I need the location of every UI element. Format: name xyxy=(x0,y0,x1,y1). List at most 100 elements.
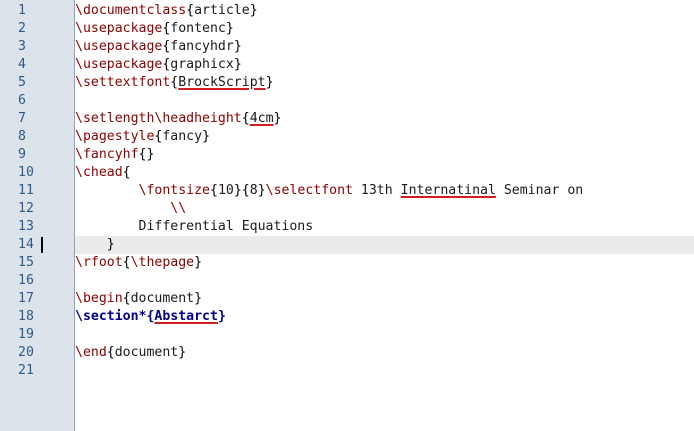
code-line[interactable]: \usepackage{graphicx} xyxy=(75,56,694,74)
code-line[interactable]: \pagestyle{fancy} xyxy=(75,128,694,146)
line-number: 16 xyxy=(18,273,34,288)
code-token: \settextfont xyxy=(75,75,171,90)
misspelled-token: Internatinal xyxy=(400,183,496,198)
code-token: \thepage xyxy=(130,255,195,270)
code-token: { xyxy=(122,165,131,180)
code-token: 13th xyxy=(352,183,401,198)
text-cursor xyxy=(41,237,43,253)
code-token: document xyxy=(114,345,179,360)
code-line[interactable]: \fontsize{10}{8}\selectfont 13th Interna… xyxy=(75,182,694,200)
code-token: \usepackage xyxy=(75,57,163,72)
code-line[interactable]: \begin{document} xyxy=(75,290,694,308)
code-token: } xyxy=(233,57,242,72)
code-token: \\ xyxy=(170,201,187,216)
code-line[interactable]: \usepackage{fontenc} xyxy=(75,20,694,38)
code-token: } xyxy=(178,345,187,360)
line-number: 3 xyxy=(18,39,26,54)
code-line[interactable] xyxy=(75,272,694,290)
code-token: \selectfont xyxy=(265,183,353,198)
misspelled-token: 4cm xyxy=(249,111,274,126)
code-token: \chead xyxy=(75,165,123,180)
code-token: \end xyxy=(75,345,107,360)
code-line[interactable]: Differential Equations xyxy=(75,218,694,236)
code-token: { xyxy=(241,111,250,126)
code-token: } xyxy=(202,129,211,144)
code-token: \headheight xyxy=(154,111,242,126)
code-line[interactable] xyxy=(75,326,694,344)
line-number: 14 xyxy=(18,237,34,252)
line-number: 9 xyxy=(18,147,26,162)
code-token: 10 xyxy=(217,183,234,198)
code-area[interactable]: \documentclass{article} \usepackage{fonte… xyxy=(75,0,694,431)
misspelled-token: Abstarct xyxy=(154,309,218,324)
code-token: 8 xyxy=(249,183,258,198)
code-token: graphicx xyxy=(170,57,234,72)
line-number: 18 xyxy=(18,309,34,324)
code-token: fontenc xyxy=(170,21,226,36)
line-number: 15 xyxy=(18,255,34,270)
code-token: fancyhdr xyxy=(170,39,234,54)
code-token: } xyxy=(257,183,266,198)
code-line[interactable]: \settextfont{BrockScript} xyxy=(75,74,694,92)
code-token: fancy xyxy=(162,129,203,144)
line-number: 17 xyxy=(18,291,34,306)
code-token: } xyxy=(194,291,203,306)
code-line[interactable]: \fancyhf{} xyxy=(75,146,694,164)
misspelled-token: BrockScript xyxy=(178,75,266,90)
code-line[interactable]: \usepackage{fancyhdr} xyxy=(75,38,694,56)
line-number: 7 xyxy=(18,111,26,126)
code-token: } xyxy=(106,237,115,252)
code-line[interactable]: \section*{Abstarct} xyxy=(75,308,694,326)
code-token: Seminar on xyxy=(495,183,584,198)
line-number: 4 xyxy=(18,57,26,72)
code-token: } xyxy=(249,3,258,18)
code-line[interactable]: \setlength\headheight{4cm} xyxy=(75,110,694,128)
code-token: } xyxy=(194,255,203,270)
line-number: 6 xyxy=(18,93,26,108)
code-token: \fancyhf xyxy=(75,147,139,162)
line-number: 8 xyxy=(18,129,26,144)
line-number: 2 xyxy=(18,21,26,36)
line-number: 13 xyxy=(18,219,34,234)
code-token: \usepackage xyxy=(75,39,163,54)
line-number: 19 xyxy=(18,327,34,342)
code-token: document xyxy=(130,291,195,306)
code-token: \begin xyxy=(75,291,123,306)
code-line[interactable]: \\ xyxy=(75,200,694,218)
line-number: 1 xyxy=(18,3,26,18)
line-number: 5 xyxy=(18,75,26,90)
code-token: } xyxy=(225,21,234,36)
code-token: { xyxy=(106,345,115,360)
code-token: { xyxy=(122,255,131,270)
code-line[interactable] xyxy=(75,92,694,110)
code-token: \section* xyxy=(75,309,147,324)
code-token: {} xyxy=(138,147,155,162)
code-line[interactable]: \chead{ xyxy=(75,164,694,182)
code-token: \rfoot xyxy=(75,255,123,270)
code-token: Differential Equations xyxy=(75,219,314,234)
code-token: } xyxy=(233,39,242,54)
line-number: 21 xyxy=(18,363,34,378)
code-token: \usepackage xyxy=(75,21,163,36)
code-line[interactable]: \end{document} xyxy=(75,344,694,362)
code-token: { xyxy=(186,3,195,18)
code-token: \pagestyle xyxy=(75,129,155,144)
code-editor[interactable]: 1 2 3 4 5 6 7 8 9 10 11 12 13 14 15 16 17 18 19 20 21 \docum… xyxy=(0,0,694,431)
line-number: 11 xyxy=(18,183,34,198)
code-token: \setlength xyxy=(75,111,155,126)
line-number-gutter: 1 2 3 4 5 6 7 8 9 10 11 12 13 14 15 16 17 18 19 20 21 xyxy=(0,0,75,431)
code-token: article xyxy=(194,3,250,18)
line-number: 20 xyxy=(18,345,34,360)
code-token: } xyxy=(217,309,226,324)
code-token: } xyxy=(273,111,282,126)
line-number: 10 xyxy=(18,165,34,180)
code-token: \fontsize xyxy=(138,183,210,198)
code-line[interactable] xyxy=(75,362,694,380)
code-line[interactable]: \rfoot{\thepage} xyxy=(75,254,694,272)
code-line[interactable]: } xyxy=(75,236,694,254)
code-token: \documentclass xyxy=(75,3,187,18)
code-line[interactable]: \documentclass{article} xyxy=(75,2,694,20)
